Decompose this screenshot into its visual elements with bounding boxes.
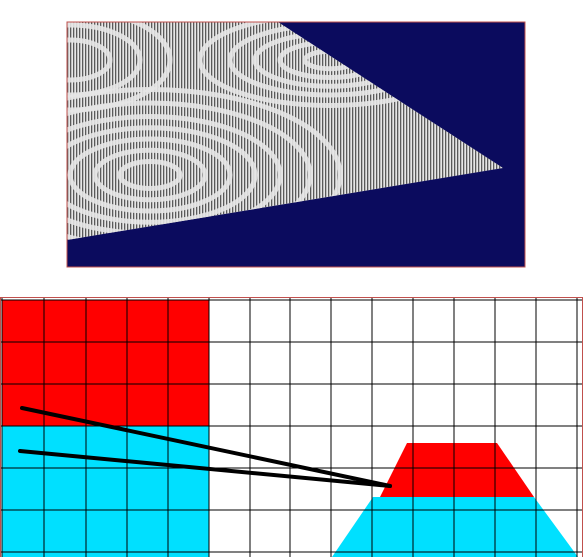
plane-stripe: [214, 22, 216, 240]
plane-stripe: [211, 22, 213, 240]
plane-stripe: [85, 22, 87, 240]
cyan-projected-footprint: [332, 497, 578, 557]
plane-stripe: [70, 22, 72, 240]
cyan-texel-block: [2, 426, 209, 557]
render-panel: [66, 21, 526, 268]
red-projected-footprint: [380, 443, 534, 497]
grid-panel: [0, 297, 583, 557]
scene-canvas: [0, 21, 583, 557]
plane-stripe: [94, 22, 96, 240]
plane-stripe: [91, 22, 93, 240]
plane-stripe: [208, 22, 210, 240]
plane-stripe: [205, 22, 207, 240]
plane-stripe: [88, 22, 90, 240]
plane-stripe: [247, 22, 249, 240]
red-texel-block: [2, 300, 209, 426]
